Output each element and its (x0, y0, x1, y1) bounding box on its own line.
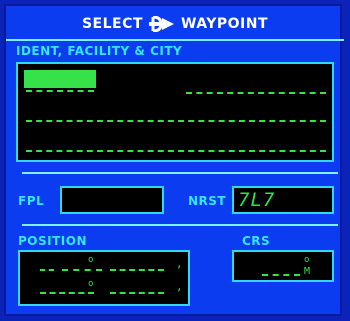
nrst-field[interactable]: 7L7 (232, 186, 334, 214)
title-waypoint-text: WAYPOINT (180, 16, 269, 32)
latitude-minutes-dash (110, 269, 164, 271)
city-field-line-1[interactable] (26, 120, 326, 122)
ident-facility-city-label: IDENT, FACILITY & CITY (16, 44, 183, 58)
latitude-minute-symbol: , (176, 257, 183, 270)
city-field-line-2[interactable] (26, 150, 326, 152)
crs-value-dash (262, 274, 300, 276)
longitude-degrees-dash (40, 292, 94, 294)
facility-field[interactable] (186, 92, 326, 94)
nrst-label: NRST (188, 194, 227, 208)
fpl-field[interactable] (60, 186, 164, 214)
longitude-degree-symbol: o (88, 279, 94, 289)
direct-to-arrow-icon (148, 16, 175, 32)
crs-label: CRS (242, 234, 271, 248)
crs-field[interactable]: o M (232, 250, 334, 282)
ident-facility-city-panel (16, 62, 334, 162)
crs-magnetic-unit: M (304, 266, 311, 277)
nrst-field-value: 7L7 (238, 189, 276, 211)
title-select-text: SELECT (81, 16, 143, 32)
page-title: SELECT WAYPOINT (6, 10, 344, 38)
fpl-label: FPL (18, 194, 45, 208)
longitude-minute-symbol: , (176, 280, 183, 293)
section-divider-1 (22, 172, 338, 174)
title-divider (6, 39, 344, 41)
latitude-hemisphere-dash (40, 269, 54, 271)
latitude-degree-symbol: o (88, 255, 94, 265)
position-field[interactable]: o , o , (18, 250, 190, 306)
longitude-minutes-dash (110, 292, 164, 294)
crs-degree-symbol: o (304, 255, 310, 265)
position-label: POSITION (18, 234, 87, 248)
select-waypoint-window: SELECT WAYPOINT IDENT, FACILITY & CITY F… (4, 4, 344, 316)
ident-field-underline (26, 90, 94, 92)
section-divider-2 (22, 224, 338, 226)
ident-input-cursor[interactable] (24, 70, 96, 88)
latitude-degrees-dash (62, 269, 102, 271)
